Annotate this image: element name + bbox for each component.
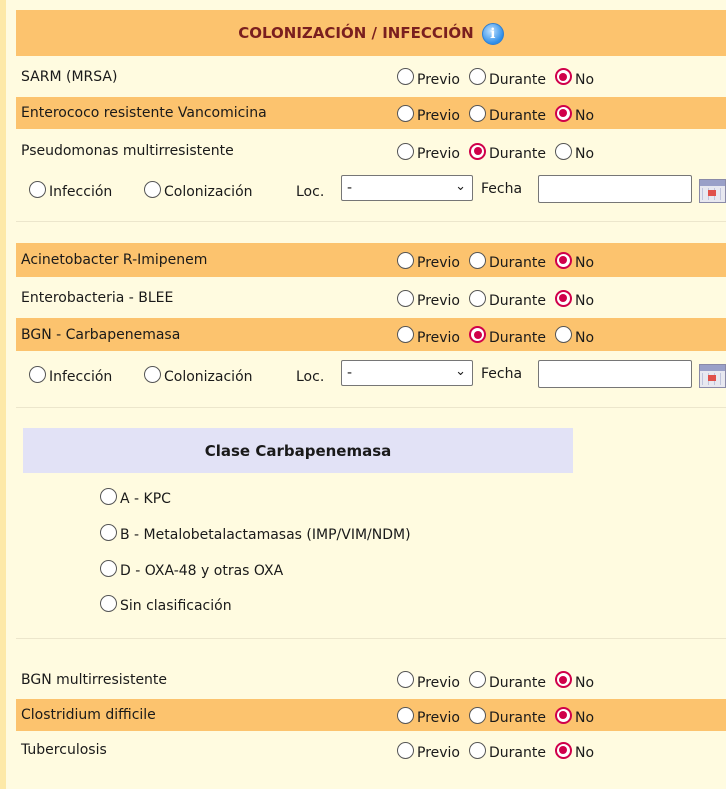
status-options: Previo Durante No <box>397 704 603 726</box>
organism-row-clostridium: Clostridium difficile Previo Durante No <box>16 699 726 731</box>
status-options: Previo Durante No <box>397 66 603 88</box>
status-options: Previo Durante No <box>397 140 603 162</box>
radio-durante[interactable] <box>469 289 486 307</box>
clase-option-kpc: A - KPC <box>100 485 171 507</box>
clase-title: Clase Carbapenemasa <box>204 441 392 460</box>
radio-durante[interactable] <box>469 104 486 122</box>
clase-option-sin: Sin clasificación <box>100 592 232 614</box>
radio-previo[interactable] <box>397 104 414 122</box>
divider <box>16 638 726 639</box>
organism-label: Tuberculosis <box>21 742 107 758</box>
radio-previo[interactable] <box>397 671 414 688</box>
radio-previo[interactable] <box>397 142 414 160</box>
fecha-input[interactable] <box>538 175 692 203</box>
radio-colonizacion[interactable] <box>144 365 161 383</box>
radio-previo[interactable] <box>397 289 414 307</box>
radio-durante[interactable] <box>469 741 486 759</box>
radio-clase-d[interactable] <box>100 559 117 577</box>
status-options: Previo Durante No <box>397 249 603 271</box>
radio-no[interactable] <box>554 741 572 759</box>
organism-label: Acinetobacter R-Imipenem <box>21 252 208 268</box>
chevron-down-icon: ⌄ <box>455 364 466 379</box>
radio-no[interactable] <box>554 289 572 307</box>
radio-previo[interactable] <box>397 741 414 759</box>
clase-carbapenemasa-header: Clase Carbapenemasa <box>23 428 573 473</box>
loc-select[interactable]: - ⌄ <box>341 175 473 201</box>
fecha-input[interactable] <box>538 360 692 388</box>
radio-no[interactable] <box>554 326 572 343</box>
organism-row-enterococo: Enterococo resistente Vancomicina Previo… <box>16 97 726 129</box>
radio-durante[interactable] <box>469 68 486 85</box>
radio-durante[interactable] <box>469 326 486 343</box>
organism-label: SARM (MRSA) <box>21 68 118 85</box>
clase-option-metalo: B - Metalobetalactamasas (IMP/VIM/NDM) <box>100 521 411 543</box>
organism-label: BGN multirresistente <box>21 671 168 688</box>
radio-clase-a[interactable] <box>100 487 117 505</box>
radio-durante[interactable] <box>469 142 486 160</box>
radio-previo[interactable] <box>397 706 414 724</box>
organism-label: Enterobacteria - BLEE <box>21 290 174 306</box>
status-options: Previo Durante No <box>397 669 603 691</box>
section-title: COLONIZACIÓN / INFECCIÓN <box>238 24 474 42</box>
radio-no[interactable] <box>554 671 572 688</box>
chevron-down-icon: ⌄ <box>455 179 466 194</box>
radio-clase-b[interactable] <box>100 523 117 541</box>
radio-no[interactable] <box>554 251 572 269</box>
loc-label: Loc. <box>296 184 325 200</box>
info-icon[interactable]: i <box>481 23 504 45</box>
organism-row-enterobacteria: Enterobacteria - BLEE Previo Durante No <box>16 281 726 315</box>
section-header: COLONIZACIÓN / INFECCIÓN i <box>16 10 726 56</box>
loc-label: Loc. <box>296 369 325 385</box>
organism-row-tuberculosis: Tuberculosis Previo Durante No <box>16 733 726 767</box>
organism-row-acinetobacter: Acinetobacter R-Imipenem Previo Durante … <box>16 243 726 277</box>
organism-row-sarm: SARM (MRSA) Previo Durante No <box>16 61 726 92</box>
status-options: Previo Durante No <box>397 739 603 761</box>
organism-label: Clostridium difficile <box>21 707 156 723</box>
organism-label: BGN - Carbapenemasa <box>21 326 181 343</box>
radio-previo[interactable] <box>397 326 414 343</box>
organism-row-bgn-carbapenemasa: BGN - Carbapenemasa Previo Durante No <box>16 318 726 351</box>
radio-previo[interactable] <box>397 251 414 269</box>
radio-infeccion[interactable] <box>29 180 46 198</box>
radio-no[interactable] <box>554 142 572 160</box>
radio-durante[interactable] <box>469 251 486 269</box>
radio-no[interactable] <box>554 104 572 122</box>
radio-no[interactable] <box>554 706 572 724</box>
radio-durante[interactable] <box>469 671 486 688</box>
radio-infeccion[interactable] <box>29 365 46 383</box>
calendar-icon[interactable] <box>699 179 726 203</box>
divider <box>16 407 726 408</box>
bgn-carbapenemasa-detail-row: Infección Colonización Loc. - ⌄ Fecha <box>16 356 726 392</box>
radio-colonizacion[interactable] <box>144 180 161 198</box>
organism-row-pseudomonas: Pseudomonas multirresistente Previo Dura… <box>16 134 726 168</box>
organism-label: Pseudomonas multirresistente <box>21 143 234 159</box>
clase-option-oxa: D - OXA-48 y otras OXA <box>100 557 283 579</box>
radio-clase-sin[interactable] <box>100 594 117 612</box>
status-options: Previo Durante No <box>397 102 603 124</box>
fecha-label: Fecha <box>481 366 523 382</box>
organism-label: Enterococo resistente Vancomicina <box>21 105 267 121</box>
radio-durante[interactable] <box>469 706 486 724</box>
radio-no[interactable] <box>554 68 572 85</box>
calendar-icon[interactable] <box>699 364 726 388</box>
pseudomonas-detail-row: Infección Colonización Loc. - ⌄ Fecha <box>16 171 726 207</box>
organism-row-bgn-multirresistente: BGN multirresistente Previo Durante No <box>16 663 726 696</box>
status-options: Previo Durante No <box>397 324 603 346</box>
status-options: Previo Durante No <box>397 287 603 309</box>
fecha-label: Fecha <box>481 181 523 197</box>
radio-previo[interactable] <box>397 68 414 85</box>
divider <box>16 221 726 222</box>
loc-select[interactable]: - ⌄ <box>341 360 473 386</box>
